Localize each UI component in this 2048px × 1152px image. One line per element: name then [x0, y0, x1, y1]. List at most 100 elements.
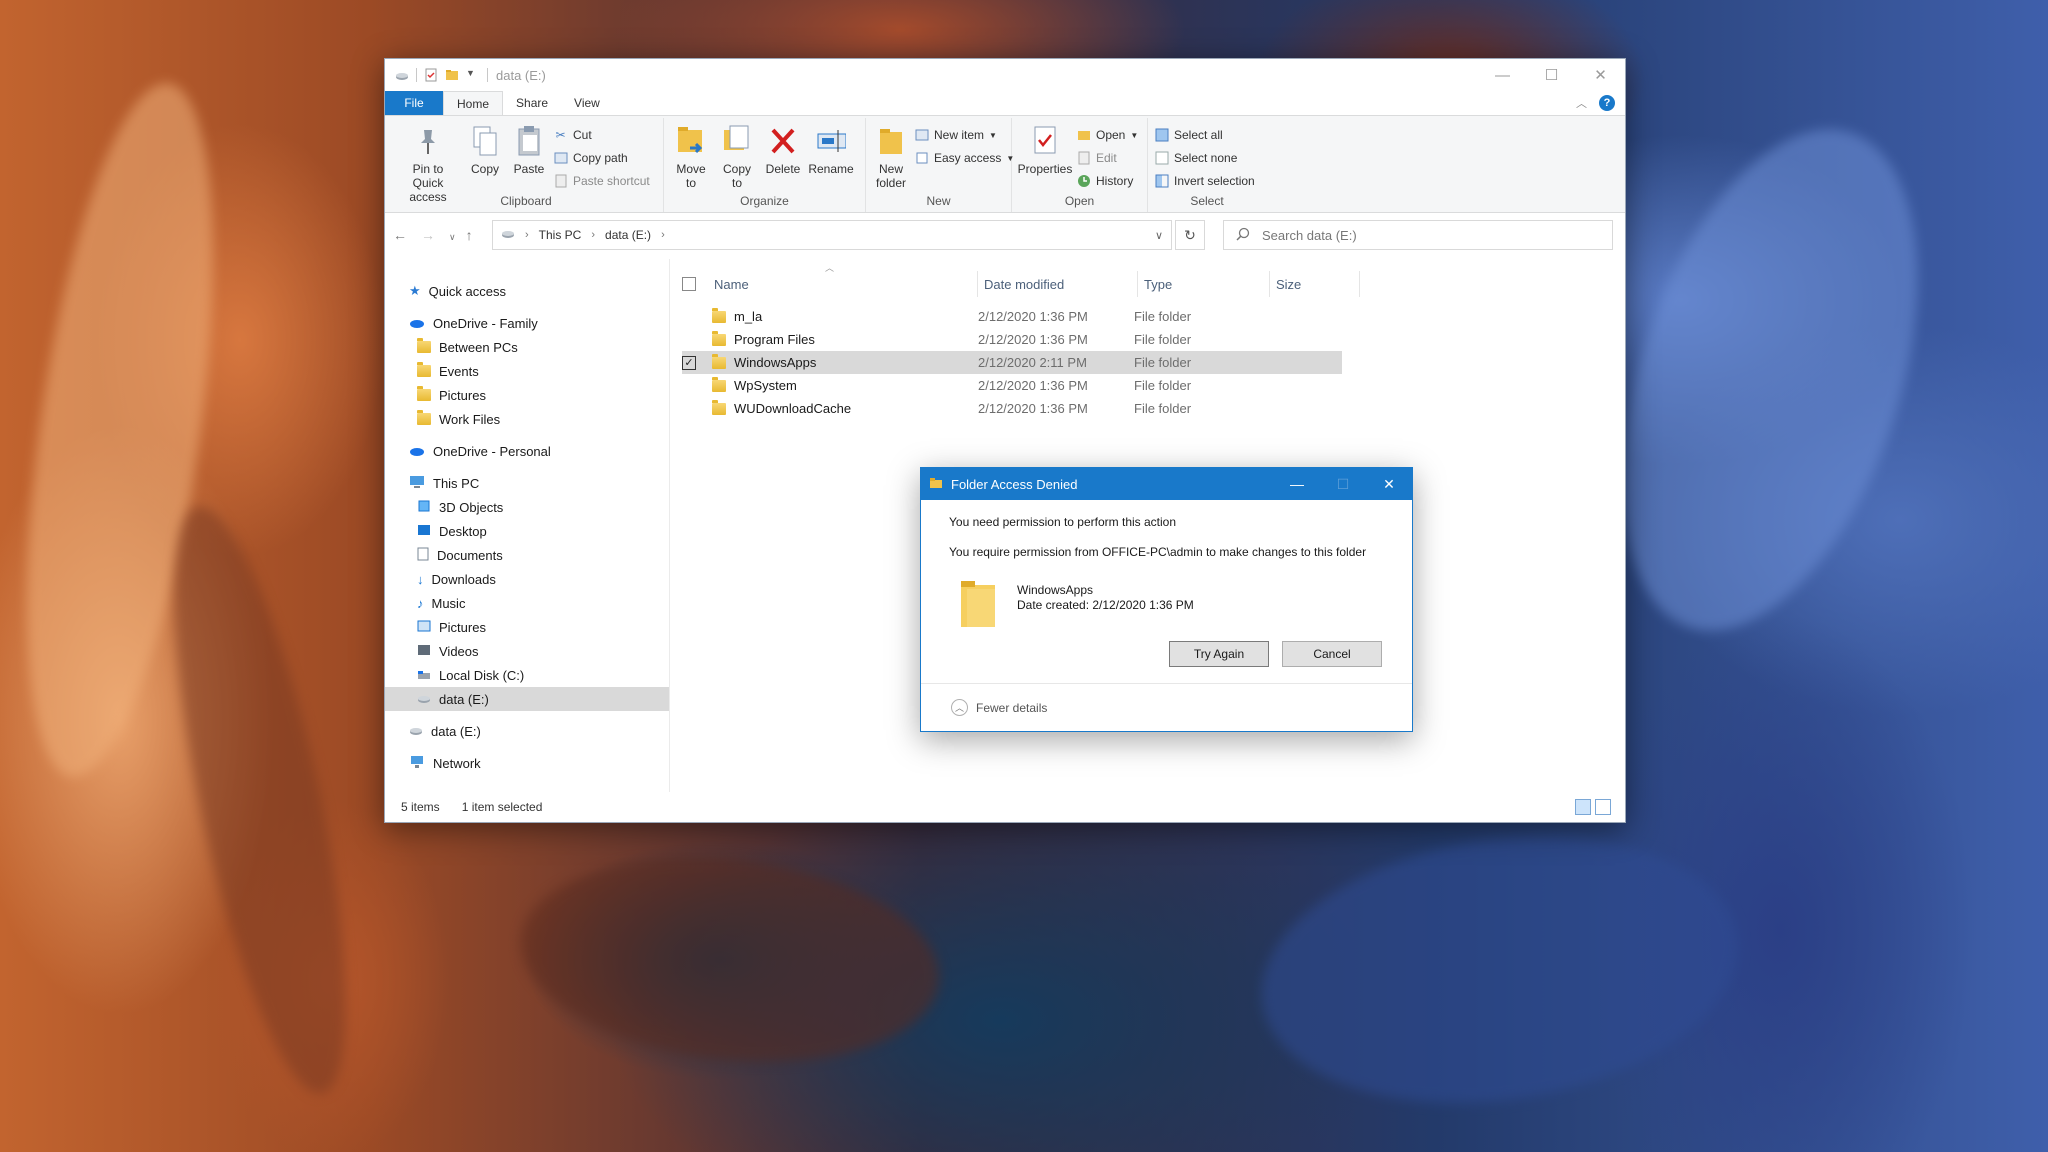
recent-locations-icon[interactable]: ∨ — [449, 232, 456, 242]
delete-button[interactable]: Delete — [760, 122, 806, 178]
nav-between-pcs[interactable]: Between PCs — [385, 335, 669, 359]
nav-music[interactable]: ♪ Music — [385, 591, 669, 615]
rename-button[interactable]: Rename — [806, 122, 856, 178]
dialog-close-button[interactable]: ✕ — [1366, 468, 1412, 500]
rename-icon — [816, 124, 846, 158]
refresh-button[interactable]: ↻ — [1175, 220, 1205, 250]
row-checkbox[interactable] — [682, 379, 696, 393]
table-row[interactable]: m_la 2/12/2020 1:36 PM File folder — [682, 305, 1342, 328]
open-button[interactable]: Open ▼ — [1076, 126, 1138, 144]
table-row[interactable]: WpSystem 2/12/2020 1:36 PM File folder — [682, 374, 1342, 397]
history-button[interactable]: History — [1076, 172, 1138, 190]
move-to-button[interactable]: Move to — [668, 122, 714, 192]
properties-button[interactable]: Properties — [1016, 122, 1074, 178]
copy-to-button[interactable]: Copy to — [714, 122, 760, 192]
select-all-button[interactable]: Select all — [1154, 126, 1255, 144]
nav-pictures[interactable]: Pictures — [385, 615, 669, 639]
navigation-pane: ★ Quick access OneDrive - Family Between … — [385, 259, 670, 792]
row-checkbox[interactable] — [682, 333, 696, 347]
column-type[interactable]: Type — [1138, 271, 1270, 297]
column-date-modified[interactable]: Date modified — [978, 271, 1138, 297]
paste-button[interactable]: Paste — [507, 122, 551, 178]
close-button[interactable]: ✕ — [1576, 59, 1625, 91]
nav-3d-objects[interactable]: 3D Objects — [385, 495, 669, 519]
breadcrumb-data-e[interactable]: data (E:) — [605, 228, 651, 242]
nav-work-files[interactable]: Work Files — [385, 407, 669, 431]
back-arrow-icon[interactable]: ← — [393, 227, 407, 243]
nav-data-e[interactable]: data (E:) — [385, 719, 669, 743]
cancel-button[interactable]: Cancel — [1282, 641, 1382, 667]
nav-videos[interactable]: Videos — [385, 639, 669, 663]
column-size[interactable]: Size — [1270, 271, 1360, 297]
title-bar[interactable]: ▼ data (E:) — ☐ ✕ — [385, 59, 1625, 91]
chevron-right-icon[interactable]: › — [591, 229, 595, 241]
nav-family-pictures[interactable]: Pictures — [385, 383, 669, 407]
nav-quick-access[interactable]: ★ Quick access — [385, 279, 669, 303]
drive-icon — [501, 228, 515, 242]
dialog-title-bar[interactable]: Folder Access Denied — ☐ ✕ — [921, 468, 1412, 500]
details-view-icon[interactable] — [1575, 799, 1591, 815]
nav-local-disk-c[interactable]: Local Disk (C:) — [385, 663, 669, 687]
tab-file[interactable]: File — [385, 91, 443, 115]
fewer-details-link[interactable]: Fewer details — [976, 701, 1047, 715]
chevron-down-icon[interactable]: ∨ — [1155, 229, 1163, 242]
cut-button[interactable]: ✂ Cut — [553, 126, 650, 144]
customize-toolbar-icon[interactable]: ▼ — [466, 68, 480, 82]
large-icons-view-icon[interactable] — [1595, 799, 1611, 815]
nav-label: 3D Objects — [439, 499, 504, 515]
forward-arrow-icon[interactable]: → — [421, 227, 435, 243]
search-box[interactable]: Search data (E:) — [1223, 220, 1613, 250]
copy-button[interactable]: Copy — [463, 122, 507, 178]
nav-events[interactable]: Events — [385, 359, 669, 383]
nav-documents[interactable]: Documents — [385, 543, 669, 567]
edit-button[interactable]: Edit — [1076, 149, 1138, 167]
row-checkbox-checked[interactable]: ✓ — [682, 355, 696, 370]
new-item-button[interactable]: New item ▼ — [914, 126, 1014, 144]
nav-data-e-selected[interactable]: data (E:) — [385, 687, 669, 711]
nav-desktop[interactable]: Desktop — [385, 519, 669, 543]
new-folder-icon[interactable] — [445, 68, 459, 82]
nav-label: OneDrive - Family — [433, 315, 538, 331]
select-all-checkbox[interactable] — [682, 277, 696, 291]
chevron-right-icon[interactable]: › — [661, 229, 665, 241]
tab-view[interactable]: View — [561, 91, 613, 115]
new-folder-icon — [876, 124, 906, 158]
tab-home[interactable]: Home — [443, 91, 504, 115]
chevron-right-icon[interactable]: › — [525, 229, 529, 241]
new-folder-button[interactable]: New folder — [870, 122, 912, 192]
up-arrow-icon[interactable]: ↑ — [466, 227, 473, 243]
dialog-maximize-button[interactable]: ☐ — [1320, 468, 1366, 500]
easy-access-button[interactable]: Easy access ▼ — [914, 149, 1014, 167]
invert-selection-button[interactable]: Invert selection — [1154, 172, 1255, 190]
properties-icon[interactable] — [424, 68, 438, 82]
table-row[interactable]: Program Files 2/12/2020 1:36 PM File fol… — [682, 328, 1342, 351]
nav-this-pc[interactable]: This PC — [385, 471, 669, 495]
copy-path-button[interactable]: Copy path — [553, 149, 650, 167]
nav-onedrive-personal[interactable]: OneDrive - Personal — [385, 439, 669, 463]
maximize-button[interactable]: ☐ — [1527, 59, 1576, 91]
paste-shortcut-button[interactable]: Paste shortcut — [553, 172, 650, 190]
minimize-ribbon-icon[interactable]: ︿ — [1576, 95, 1587, 111]
dialog-minimize-button[interactable]: — — [1274, 468, 1320, 500]
row-checkbox[interactable] — [682, 310, 696, 324]
nav-label: Documents — [437, 547, 503, 563]
nav-network[interactable]: Network — [385, 751, 669, 775]
tab-share[interactable]: Share — [503, 91, 561, 115]
file-date: 2/12/2020 2:11 PM — [978, 355, 1087, 370]
help-icon[interactable]: ? — [1599, 95, 1615, 111]
minimize-button[interactable]: — — [1478, 59, 1527, 91]
address-bar[interactable]: › This PC › data (E:) › ∨ — [492, 220, 1172, 250]
nav-onedrive-family[interactable]: OneDrive - Family — [385, 311, 669, 335]
table-row-selected[interactable]: ✓ WindowsApps 2/12/2020 2:11 PM File fol… — [682, 351, 1342, 374]
try-again-button[interactable]: Try Again — [1169, 641, 1269, 667]
nav-downloads[interactable]: ↓ Downloads — [385, 567, 669, 591]
breadcrumb-this-pc[interactable]: This PC — [539, 228, 582, 242]
select-none-button[interactable]: Select none — [1154, 149, 1255, 167]
column-name[interactable]: Name — [712, 271, 978, 297]
chevron-down-icon: ▼ — [1130, 130, 1139, 140]
history-label: History — [1096, 174, 1134, 188]
row-checkbox[interactable] — [682, 402, 696, 416]
table-row[interactable]: WUDownloadCache 2/12/2020 1:36 PM File f… — [682, 397, 1342, 420]
dialog-body: You need permission to perform this acti… — [921, 500, 1412, 627]
chevron-up-icon[interactable]: ︿ — [951, 699, 968, 716]
